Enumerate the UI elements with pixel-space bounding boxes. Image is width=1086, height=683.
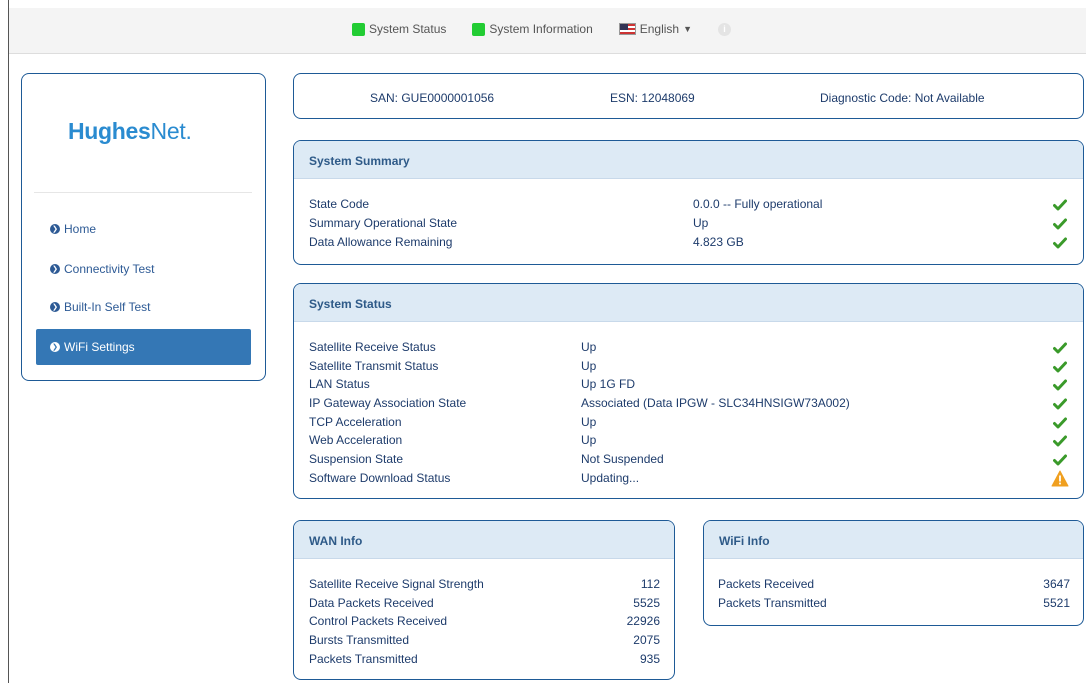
status-green-icon — [352, 22, 365, 36]
status-value: Up 1G FD — [581, 377, 636, 391]
sidebar-item-label: WiFi Settings — [64, 340, 135, 354]
system-summary-panel: System Summary State Code 0.0.0 -- Fully… — [293, 140, 1084, 265]
check-icon — [1053, 397, 1067, 411]
wan-value: 112 — [640, 577, 660, 591]
status-label: IP Gateway Association State — [309, 396, 467, 410]
wan-info-panel: WAN Info Satellite Receive Signal Streng… — [293, 520, 675, 680]
summary-label: Data Allowance Remaining — [309, 235, 453, 249]
chevron-right-circle-icon: ❯ — [50, 264, 60, 274]
wan-value: 935 — [639, 652, 660, 666]
wifi-label: Packets Transmitted — [718, 596, 827, 610]
status-label: Web Acceleration — [309, 433, 403, 447]
summary-value: Up — [693, 216, 709, 230]
panel-title: System Summary — [294, 141, 1083, 179]
status-value: Up — [581, 359, 597, 373]
summary-label: Summary Operational State — [309, 216, 458, 230]
status-label: LAN Status — [309, 377, 370, 391]
sidebar-item-built-in-self-test[interactable]: ❯ Built-In Self Test — [36, 289, 251, 325]
wan-label: Satellite Receive Signal Strength — [309, 577, 484, 591]
identity-panel: SAN: GUE0000001056 ESN: 12048069 Diagnos… — [293, 73, 1084, 119]
status-label: TCP Acceleration — [309, 415, 402, 429]
esn-text: ESN: 12048069 — [610, 91, 695, 105]
summary-value: 4.823 GB — [693, 235, 744, 249]
status-label: Software Download Status — [309, 471, 451, 485]
panel-title: System Status — [294, 284, 1083, 322]
sidebar-item-label: Built-In Self Test — [64, 300, 151, 314]
wan-label: Control Packets Received — [309, 614, 448, 628]
wan-label: Data Packets Received — [309, 596, 434, 610]
sidebar-divider — [34, 192, 252, 193]
warning-icon — [1051, 470, 1069, 487]
wan-value: 5525 — [633, 596, 660, 610]
wan-value: 2075 — [633, 633, 660, 647]
check-icon — [1053, 378, 1067, 392]
status-green-icon — [472, 22, 486, 36]
caret-down-icon: ▼ — [683, 24, 693, 34]
sidebar-item-label: Connectivity Test — [64, 262, 155, 276]
check-icon — [1053, 453, 1067, 467]
san-text: SAN: GUE0000001056 — [370, 91, 495, 105]
wan-label: Packets Transmitted — [309, 652, 418, 666]
status-value: Not Suspended — [581, 452, 664, 466]
us-flag-icon — [618, 23, 636, 35]
wifi-info-panel: WiFi Info Packets Received 3647 Packets … — [703, 520, 1084, 626]
status-value: Associated (Data IPGW - SLC34HNSIGW73A00… — [581, 396, 850, 410]
nav-system-status[interactable]: System Status — [352, 22, 446, 36]
language-label: English — [639, 22, 680, 36]
system-status-panel: System Status Satellite Receive Status U… — [293, 283, 1084, 499]
nav-system-status-label: System Status — [369, 22, 447, 36]
diagnostic-code-text: Diagnostic Code: Not Available — [820, 91, 985, 105]
check-icon — [1053, 416, 1067, 430]
chevron-right-circle-icon: ❯ — [50, 302, 60, 312]
sidebar-item-wifi-settings[interactable]: ❯ WiFi Settings — [36, 329, 251, 365]
nav-system-information-label: System Information — [489, 22, 593, 36]
sidebar-item-home[interactable]: ❯ Home — [36, 211, 251, 247]
check-icon — [1053, 236, 1067, 250]
summary-value: 0.0.0 -- Fully operational — [693, 197, 823, 211]
sidebar-item-label: Home — [64, 222, 97, 236]
status-value: Up — [581, 340, 597, 354]
status-value: Up — [581, 433, 597, 447]
status-value: Up — [581, 415, 597, 429]
status-value: Updating... — [581, 471, 640, 485]
sidebar-item-connectivity-test[interactable]: ❯ Connectivity Test — [36, 251, 251, 287]
status-label: Satellite Transmit Status — [309, 359, 439, 373]
chevron-right-circle-icon: ❯ — [50, 224, 60, 234]
window-left-border — [8, 0, 9, 683]
check-icon — [1053, 434, 1067, 448]
check-icon — [1053, 217, 1067, 231]
chevron-right-circle-icon: ❯ — [50, 342, 60, 352]
panel-title: WiFi Info — [704, 521, 1083, 559]
wan-label: Bursts Transmitted — [309, 633, 410, 647]
info-icon[interactable]: i — [718, 22, 732, 36]
language-dropdown[interactable]: English ▼ — [618, 22, 693, 36]
check-icon — [1053, 360, 1067, 374]
wifi-value: 5521 — [1043, 596, 1070, 610]
sidebar: HughesNet. ❯ Home ❯ Connectivity Test ❯ … — [21, 73, 266, 381]
nav-system-information[interactable]: System Information — [472, 22, 593, 36]
status-label: Suspension State — [309, 452, 404, 466]
hughesnet-logo: HughesNet. — [68, 118, 192, 144]
panel-title: WAN Info — [294, 521, 674, 559]
top-nav: System Status System Information English… — [352, 22, 732, 36]
wifi-label: Packets Received — [718, 577, 815, 591]
check-icon — [1053, 198, 1067, 212]
check-icon — [1053, 341, 1067, 355]
summary-label: State Code — [309, 197, 370, 211]
wan-value: 22926 — [626, 614, 660, 628]
status-label: Satellite Receive Status — [309, 340, 436, 354]
wifi-value: 3647 — [1043, 577, 1070, 591]
